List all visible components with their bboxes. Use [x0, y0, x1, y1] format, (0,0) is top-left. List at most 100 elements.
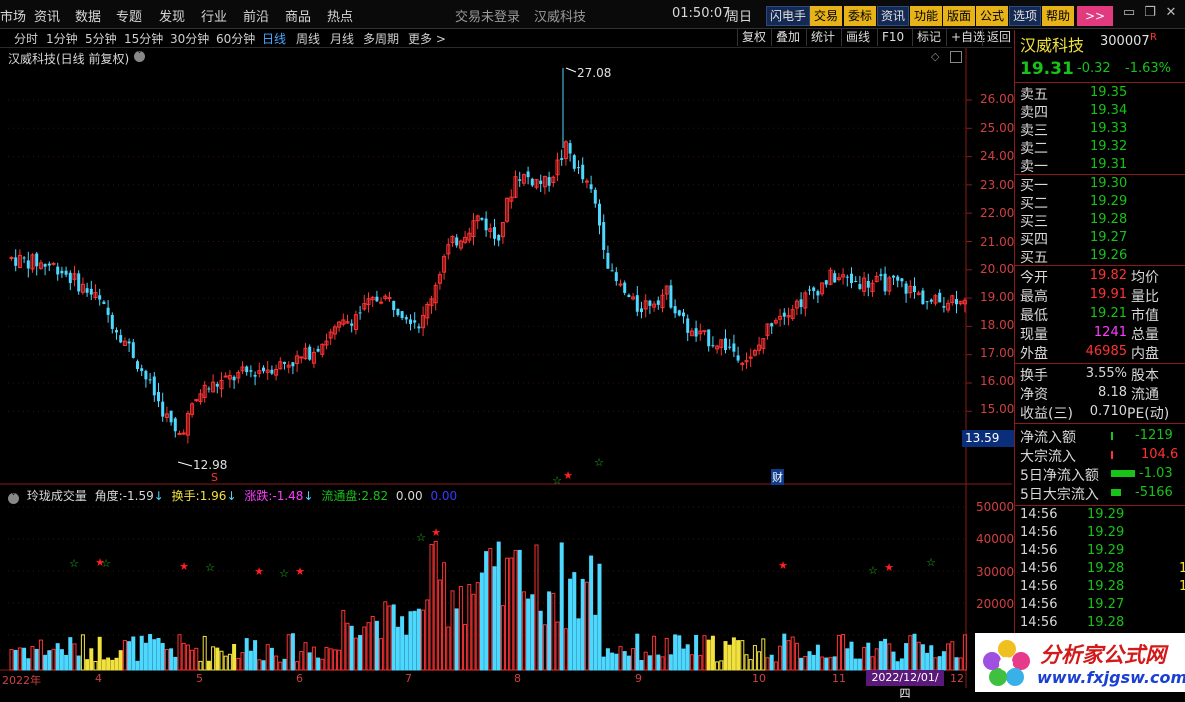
period-tab[interactable]: 5分钟: [85, 30, 117, 47]
candle-body: [572, 155, 576, 169]
trade-button[interactable]: 交易: [810, 6, 843, 26]
price-tick: 24.00: [980, 149, 1015, 163]
indicator-name[interactable]: 玲珑成交量: [27, 489, 87, 503]
formula-button[interactable]: 公式: [976, 6, 1009, 26]
float-value: 2.82: [361, 489, 389, 503]
flow-bar: [1111, 432, 1113, 440]
candle-body: [89, 288, 93, 295]
volume-bar: [51, 648, 56, 671]
login-status[interactable]: 交易未登录: [455, 6, 520, 25]
volume-bar: [89, 648, 94, 671]
bid-price[interactable]: 19.30: [1090, 176, 1127, 191]
candle-body: [223, 375, 228, 378]
indicator-value-2: 0.00: [430, 489, 458, 503]
high-price-label: 27.08: [577, 66, 612, 80]
layout-button[interactable]: 版面: [943, 6, 976, 26]
quote-flag: R: [1150, 32, 1157, 43]
ask-price[interactable]: 19.33: [1090, 121, 1127, 136]
restore-icon[interactable]: ❐: [1141, 4, 1159, 22]
stats-button[interactable]: 统计: [806, 29, 839, 46]
menu-frontier[interactable]: 前沿: [243, 6, 269, 25]
period-tab[interactable]: 分时: [14, 30, 38, 47]
candle-body: [308, 346, 312, 360]
volume-bar: [362, 626, 367, 671]
panel-toggle-icon[interactable]: [950, 51, 962, 63]
candle-body: [584, 180, 589, 183]
candle-body: [623, 282, 627, 293]
volume-bar: [836, 634, 841, 671]
adjust-button[interactable]: 复权: [737, 29, 770, 46]
back-button[interactable]: 返回: [982, 29, 1015, 46]
bid-price[interactable]: 19.26: [1090, 248, 1127, 263]
sell-signal-mark: S: [211, 471, 218, 484]
chevron-down-icon[interactable]: ˅: [8, 493, 19, 504]
arrow-down-icon: ↓: [226, 489, 237, 503]
period-tab[interactable]: 30分钟: [170, 30, 209, 47]
draw-button[interactable]: 画线: [841, 29, 874, 46]
volume-bar: [538, 610, 543, 671]
more-button[interactable]: >>: [1077, 6, 1113, 26]
ask-price[interactable]: 19.35: [1090, 85, 1127, 100]
menu-commodity[interactable]: 商品: [285, 6, 311, 25]
bid-price[interactable]: 19.29: [1090, 194, 1127, 209]
bid-price[interactable]: 19.28: [1090, 212, 1127, 227]
menu-discover[interactable]: 发现: [159, 6, 185, 25]
ask-price[interactable]: 19.32: [1090, 139, 1127, 154]
chevron-down-icon[interactable]: ˅: [134, 51, 145, 62]
period-tab[interactable]: 1分钟: [46, 30, 78, 47]
volume-bar: [929, 645, 934, 671]
chart-area[interactable]: ☆ ★☆ ★ ☆ ★ ☆ ★☆ ★☆ ★☆★ ☆ ★ ☆: [0, 48, 1012, 692]
candle-body: [740, 362, 745, 365]
period-tab[interactable]: 60分钟: [216, 30, 255, 47]
tick-time: 14:56: [1020, 525, 1058, 540]
low-marker-line: [177, 461, 193, 467]
period-tab[interactable]: 月线: [330, 30, 354, 47]
bid-label: 买三: [1020, 214, 1048, 230]
period-tab[interactable]: 15分钟: [124, 30, 163, 47]
function-button[interactable]: 功能: [910, 6, 943, 26]
period-tab[interactable]: 多周期: [363, 30, 399, 47]
ask-label: 卖一: [1020, 159, 1048, 175]
menu-industry[interactable]: 行业: [201, 6, 227, 25]
menu-market[interactable]: 市场: [0, 6, 26, 25]
menu-topic[interactable]: 专题: [116, 6, 142, 25]
volume-bar: [576, 618, 581, 671]
minimize-icon[interactable]: ▭: [1120, 4, 1138, 22]
candle-body: [484, 218, 488, 231]
bid-price[interactable]: 19.27: [1090, 230, 1127, 245]
candle-body: [232, 376, 236, 381]
volume-series: [9, 540, 967, 671]
menu-news[interactable]: 资讯: [34, 6, 60, 25]
overlay-button[interactable]: 叠加: [771, 29, 804, 46]
tick-price: 19.28: [1087, 579, 1125, 594]
news-button[interactable]: 资讯: [877, 6, 910, 26]
close-icon[interactable]: ✕: [1162, 4, 1180, 22]
volume-bar: [870, 656, 875, 671]
help-button[interactable]: 帮助: [1042, 6, 1075, 26]
finance-event-mark[interactable]: 财: [771, 469, 784, 485]
stat-label-right: 市值: [1131, 308, 1159, 324]
ask-price[interactable]: 19.34: [1090, 103, 1127, 118]
menu-hotspot[interactable]: 热点: [327, 6, 353, 25]
menu-data[interactable]: 数据: [75, 6, 101, 25]
volume-bar: [584, 581, 589, 671]
volume-bar: [727, 644, 732, 671]
period-tab-active[interactable]: 日线: [262, 30, 286, 47]
f10-button[interactable]: F10: [877, 29, 908, 46]
volume-bar: [337, 649, 342, 671]
candle-body: [262, 367, 265, 372]
flash-trade-button[interactable]: 闪电手: [766, 6, 811, 26]
quote-change-pct: -1.63%: [1125, 61, 1171, 76]
period-tab[interactable]: 周线: [296, 30, 320, 47]
more-periods[interactable]: 更多 >: [408, 30, 446, 47]
order-button[interactable]: 委标: [844, 6, 877, 26]
candle-body: [396, 308, 400, 316]
candle-body: [350, 323, 354, 326]
options-button[interactable]: 选项: [1009, 6, 1042, 26]
mark-button[interactable]: 标记: [912, 29, 945, 46]
volume-bar: [597, 563, 602, 671]
ask-price[interactable]: 19.31: [1090, 157, 1127, 172]
diamond-icon[interactable]: ◇: [931, 50, 939, 63]
signal-star-icon: ☆: [279, 567, 289, 580]
candle-body: [169, 410, 173, 423]
